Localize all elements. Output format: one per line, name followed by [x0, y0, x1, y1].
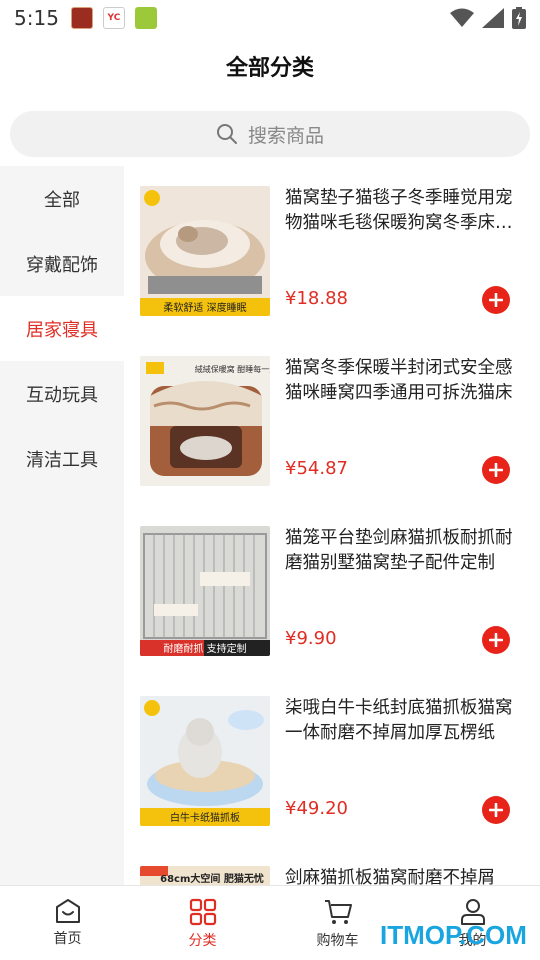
app-notification-icon — [134, 7, 157, 29]
status-bar: 5:15 YC — [0, 0, 540, 36]
signal-icon — [482, 8, 504, 28]
sidebar-item-label: 互动玩具 — [26, 384, 98, 406]
nav-label: 购物车 — [316, 933, 359, 949]
sidebar-item-label: 清洁工具 — [26, 449, 98, 471]
product-image: 68cm大空间 肥猫无忧 — [140, 866, 270, 886]
product-name: 猫窝垫子猫毯子冬季睡觉用宠物猫咪毛毯保暖狗窝冬季床垫子 — [285, 188, 513, 233]
add-to-cart-button[interactable] — [482, 796, 510, 824]
product-item[interactable]: 白牛卡纸猫抓板 柒哦白牛卡纸封底猫抓板猫窝一体耐磨不掉屑加厚瓦楞纸 ¥49.20 — [140, 696, 530, 826]
plus-icon — [489, 633, 503, 647]
plus-icon — [489, 463, 503, 477]
category-sidebar: 全部 穿戴配饰 居家寝具 互动玩具 清洁工具 — [0, 166, 124, 886]
status-time: 5:15 — [14, 6, 59, 30]
app-notification-icon — [70, 7, 93, 29]
sidebar-item-all[interactable]: 全部 — [0, 166, 124, 231]
product-price: ¥9.90 — [285, 628, 337, 649]
product-image-caption: 耐磨耐抓 支持定制 — [163, 642, 246, 655]
battery-icon — [512, 7, 526, 29]
product-item[interactable]: 柔软舒适 深度睡眠 猫窝垫子猫毯子冬季睡觉用宠物猫咪毛毯保暖狗窝冬季床垫子 ¥1… — [140, 186, 530, 316]
category-icon — [189, 898, 216, 926]
sidebar-item-label: 全部 — [44, 189, 80, 211]
product-price: ¥54.87 — [285, 458, 348, 479]
add-to-cart-button[interactable] — [482, 456, 510, 484]
sidebar-item-toys[interactable]: 互动玩具 — [0, 361, 124, 426]
nav-category[interactable]: 分类 — [135, 886, 270, 960]
app-notification-icon: YC — [102, 7, 125, 29]
product-image: 絨絨保暖窝 酣睡每一天 — [140, 356, 270, 486]
product-image-caption: 68cm大空间 肥猫无忧 — [160, 872, 264, 885]
product-name: 猫窝冬季保暖半封闭式安全感猫咪睡窝四季通用可拆洗猫床 — [285, 358, 513, 403]
product-image: 白牛卡纸猫抓板 — [140, 696, 270, 826]
product-image: 耐磨耐抓 支持定制 — [140, 526, 270, 656]
product-item[interactable]: 68cm大空间 肥猫无忧 剑麻猫抓板猫窝耐磨不掉屑 — [140, 866, 530, 886]
product-price: ¥18.88 — [285, 288, 348, 309]
search-placeholder: 搜索商品 — [247, 124, 324, 147]
sidebar-item-bedding[interactable]: 居家寝具 — [0, 296, 124, 361]
sidebar-item-label: 穿戴配饰 — [26, 254, 98, 276]
sidebar-item-cleaning[interactable]: 清洁工具 — [0, 426, 124, 491]
product-image-caption: 白牛卡纸猫抓板 — [170, 811, 240, 824]
product-image: 柔软舒适 深度睡眠 — [140, 186, 270, 316]
add-to-cart-button[interactable] — [482, 286, 510, 314]
wifi-icon — [450, 8, 474, 27]
nav-home[interactable]: 首页 — [0, 886, 135, 960]
cart-icon — [324, 900, 352, 924]
home-icon — [55, 899, 80, 923]
nav-label: 首页 — [53, 931, 82, 947]
search-icon — [216, 124, 237, 144]
plus-icon — [489, 803, 503, 817]
sidebar-item-accessories[interactable]: 穿戴配饰 — [0, 231, 124, 296]
product-name: 猫笼平台垫剑麻猫抓板耐抓耐磨猫别墅猫窝垫子配件定制 — [285, 528, 513, 573]
product-item[interactable]: 絨絨保暖窝 酣睡每一天 猫窝冬季保暖半封闭式安全感猫咪睡窝四季通用可拆洗猫床 ¥… — [140, 356, 530, 486]
add-to-cart-button[interactable] — [482, 626, 510, 654]
product-name: 柒哦白牛卡纸封底猫抓板猫窝一体耐磨不掉屑加厚瓦楞纸 — [285, 698, 513, 743]
product-price: ¥49.20 — [285, 798, 348, 819]
product-image-caption: 柔软舒适 深度睡眠 — [163, 301, 246, 314]
product-image-caption: 絨絨保暖窝 酣睡每一天 — [195, 364, 270, 374]
watermark: ITMOP.COM — [380, 920, 527, 950]
sidebar-item-label: 居家寝具 — [26, 319, 98, 341]
product-list: 柔软舒适 深度睡眠 猫窝垫子猫毯子冬季睡觉用宠物猫咪毛毯保暖狗窝冬季床垫子 ¥1… — [124, 166, 540, 886]
page-title: 全部分类 — [225, 56, 314, 81]
product-item[interactable]: 耐磨耐抓 支持定制 猫笼平台垫剑麻猫抓板耐抓耐磨猫别墅猫窝垫子配件定制 ¥9.9… — [140, 526, 530, 656]
product-name: 剑麻猫抓板猫窝耐磨不掉屑 — [285, 868, 495, 886]
plus-icon — [489, 293, 503, 307]
search-input[interactable]: 搜索商品 — [10, 111, 530, 157]
nav-label: 分类 — [188, 933, 217, 949]
